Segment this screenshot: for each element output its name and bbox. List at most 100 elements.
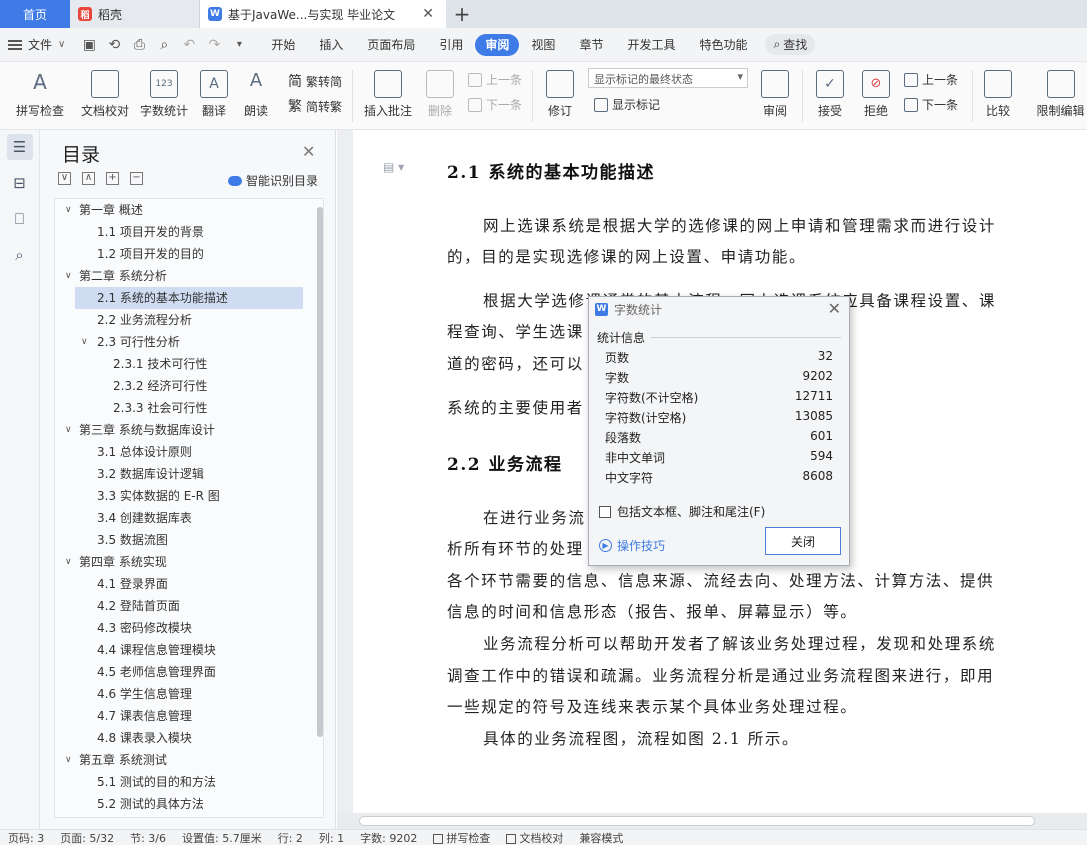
toc-item[interactable]: 5.2 测试的具体方法 [55,793,323,815]
menu-review[interactable]: 审阅 [475,33,520,56]
chevron-down-icon[interactable]: ∨ [65,265,72,287]
close-button[interactable]: 关闭 [765,527,841,555]
read-aloud-button[interactable]: A 朗读 [240,70,272,119]
reject-button[interactable]: ⊘ 拒绝 [856,70,896,119]
tab-docer[interactable]: 稻 稻壳 [70,0,200,28]
chevron-down-icon[interactable]: ∨ [65,199,72,221]
status-spell-check[interactable]: 拼写检查 [425,830,498,845]
accept-button[interactable]: ✓ 接受 [810,70,850,119]
prev-comment-button[interactable]: 上一条 [468,71,522,88]
toc-item[interactable]: 2.1 系统的基本功能描述 [75,287,303,309]
toc-item[interactable]: 3.4 创建数据库表 [55,507,323,529]
dialog-titlebar[interactable]: W 字数统计 [589,297,849,321]
tab-document[interactable]: W 基于JavaWe...与实现 毕业论文 ✕ [200,0,446,28]
add-heading-icon[interactable]: + [106,172,119,185]
cloud-icon[interactable]: ⟲ [106,37,122,53]
toc-item[interactable]: 4.8 课表录入模块 [55,727,323,749]
revise-button[interactable]: 修订 [540,70,580,119]
toc-panel-icon[interactable]: ☰ [6,134,33,160]
toc-item[interactable]: 4.5 老师信息管理界面 [55,661,323,683]
chevron-down-icon[interactable]: ∨ [65,749,72,771]
toc-item[interactable]: 1.2 项目开发的目的 [55,243,323,265]
undo-icon[interactable]: ↶ [181,37,197,53]
status-page[interactable]: 页面: 5/32 [52,830,122,845]
toc-item[interactable]: ∨ 2.3 可行性分析 [55,331,323,353]
chapter-nav-icon[interactable]: ⊟ [7,170,33,196]
prev-change-button[interactable]: 上一条 [904,71,958,88]
compare-button[interactable]: 比较 [980,70,1016,119]
toc-item[interactable]: 5.1 测试的目的和方法 [55,771,323,793]
collapse-all-icon[interactable]: ∨ [58,172,71,185]
toc-item[interactable]: 2.2 业务流程分析 [55,309,323,331]
paragraph-menu-icon[interactable]: ▤ ▾ [383,160,404,174]
bookmark-icon[interactable]: ⎕ [7,206,33,232]
menu-layout[interactable]: 页面布局 [355,34,427,56]
review-pane-button[interactable]: 审阅 [756,70,794,119]
toc-item[interactable]: 3.1 总体设计原则 [55,441,323,463]
insert-comment-button[interactable]: 插入批注 [362,70,414,119]
redo-icon[interactable]: ↷ [206,37,222,53]
menu-start[interactable]: 开始 [259,34,307,56]
more-icon[interactable]: ▾ [231,39,247,50]
toc-item[interactable]: 3.3 实体数据的 E-R 图 [55,485,323,507]
horizontal-scrollbar[interactable] [337,813,1087,829]
print-icon[interactable]: ⎙ [131,37,147,53]
menu-view[interactable]: 视图 [519,34,567,56]
include-textbox-checkbox[interactable]: 包括文本框、脚注和尾注(F) [599,503,765,520]
simp-to-trad-button[interactable]: 繁 简转繁 [288,96,342,116]
expand-all-icon[interactable]: ∧ [82,172,95,185]
spell-check-button[interactable]: A 拼写检查 [10,70,70,119]
menu-features[interactable]: 特色功能 [687,34,759,56]
tips-link[interactable]: ▶ 操作技巧 [599,537,665,554]
toc-item[interactable]: 4.6 学生信息管理 [55,683,323,705]
menu-insert[interactable]: 插入 [307,34,355,56]
chevron-down-icon[interactable]: ∨ [65,419,72,441]
tab-home[interactable]: 首页 [0,0,70,28]
dialog-close-icon[interactable]: ✕ [828,299,841,318]
show-markup-button[interactable]: 显示标记 [594,96,660,113]
toc-item[interactable]: 3.2 数据库设计逻辑 [55,463,323,485]
status-proof[interactable]: 文档校对 [498,830,571,845]
markup-state-dropdown[interactable]: 显示标记的最终状态 [588,68,748,88]
toc-item[interactable]: ∨ 第四章 系统实现 [55,551,323,573]
toc-item[interactable]: 4.3 密码修改模块 [55,617,323,639]
translate-button[interactable]: A 翻译 [196,70,232,119]
toc-item[interactable]: 1.1 项目开发的背景 [55,221,323,243]
find-icon[interactable]: ⌕ [7,242,33,268]
menu-chapter[interactable]: 章节 [567,34,615,56]
menu-devtools[interactable]: 开发工具 [615,34,687,56]
chevron-down-icon[interactable]: ∨ [81,331,88,353]
toc-item[interactable]: 4.2 登陆首页面 [55,595,323,617]
menu-reference[interactable]: 引用 [427,34,475,56]
toc-item[interactable]: ∨ 第一章 概述 [55,199,323,221]
file-menu[interactable]: 文件 ∨ [0,36,73,53]
toc-item[interactable]: 2.3.1 技术可行性 [55,353,323,375]
search-box[interactable]: ⌕ 查找 [765,34,816,55]
preview-icon[interactable]: ⌕ [156,37,172,53]
toc-item[interactable]: 2.3.3 社会可行性 [55,397,323,419]
toc-item[interactable]: 4.1 登录界面 [55,573,323,595]
toc-item[interactable]: 2.3.2 经济可行性 [55,375,323,397]
toc-item[interactable]: 3.5 数据流图 [55,529,323,551]
next-comment-button[interactable]: 下一条 [468,96,522,113]
word-count-button[interactable]: 123 字数统计 [138,70,190,119]
doc-proof-button[interactable]: 文档校对 [78,70,132,119]
toc-item[interactable]: ∨ 第五章 系统测试 [55,749,323,771]
status-words[interactable]: 字数: 9202 [352,830,425,845]
remove-heading-icon[interactable]: − [130,172,143,185]
save-icon[interactable]: ▣ [81,37,97,53]
delete-comment-button[interactable]: 删除 [420,70,460,119]
new-tab-button[interactable]: + [446,0,478,28]
chevron-down-icon[interactable]: ∨ [65,551,72,573]
toc-item[interactable]: ∨ 第二章 系统分析 [55,265,323,287]
toc-item[interactable]: 4.7 课表信息管理 [55,705,323,727]
toc-item[interactable]: ∨ 第三章 系统与数据库设计 [55,419,323,441]
next-change-button[interactable]: 下一条 [904,96,958,113]
toc-item[interactable]: 4.4 课程信息管理模块 [55,639,323,661]
smart-toc-button[interactable]: 智能识别目录 [228,172,318,189]
trad-to-simp-button[interactable]: 简 繁转简 [288,71,342,91]
scrollbar-thumb[interactable] [359,816,1035,826]
restrict-edit-button[interactable]: 限制编辑 [1034,70,1087,119]
toc-close-icon[interactable]: ✕ [302,142,315,161]
tab-close-icon[interactable]: ✕ [418,6,438,22]
